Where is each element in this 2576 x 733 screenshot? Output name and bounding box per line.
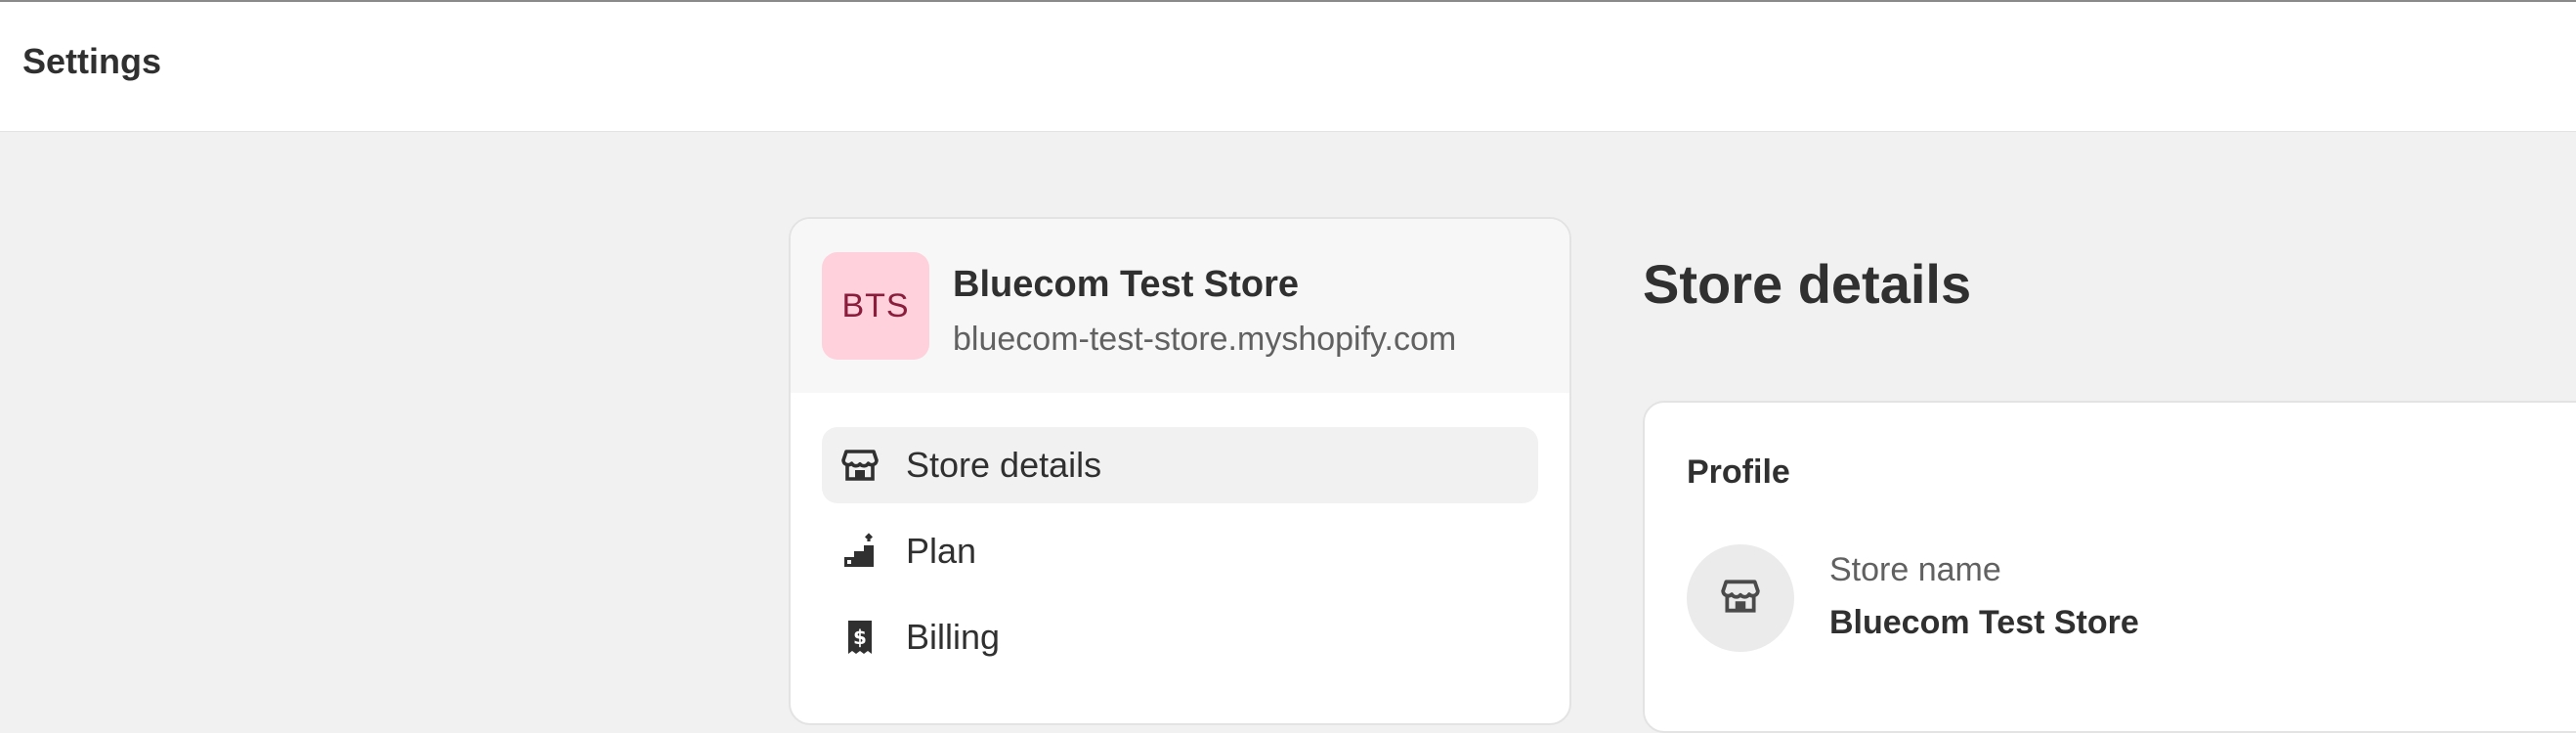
profile-title: Profile: [1687, 453, 1790, 491]
store-name-icon-circle: [1687, 544, 1794, 652]
nav-item-label: Plan: [906, 531, 977, 571]
top-bar: Settings: [0, 0, 2576, 132]
profile-card: Profile Store name Bluecom Test Store: [1643, 401, 2576, 733]
store-header[interactable]: BTS Bluecom Test Store bluecom-test-stor…: [791, 219, 1569, 393]
store-name-value: Bluecom Test Store: [1829, 604, 2139, 641]
nav-item-store-details[interactable]: Store details: [822, 427, 1538, 503]
store-icon: [839, 445, 880, 486]
nav-item-label: Billing: [906, 617, 1001, 657]
page-title: Store details: [1643, 253, 1972, 315]
store-name: Bluecom Test Store: [953, 264, 1300, 305]
store-icon: [1720, 576, 1761, 622]
store-avatar: BTS: [822, 252, 929, 360]
billing-icon: $: [839, 617, 880, 658]
nav-item-label: Store details: [906, 445, 1102, 485]
store-name-label: Store name: [1829, 551, 2001, 588]
store-domain: bluecom-test-store.myshopify.com: [953, 321, 1457, 358]
nav-item-billing[interactable]: $ Billing: [822, 599, 1538, 675]
svg-text:$: $: [853, 625, 867, 649]
plan-icon: [839, 531, 880, 572]
nav-item-plan[interactable]: Plan: [822, 513, 1538, 589]
page-section-title: Settings: [22, 41, 162, 81]
settings-nav-card: BTS Bluecom Test Store bluecom-test-stor…: [789, 217, 1571, 725]
